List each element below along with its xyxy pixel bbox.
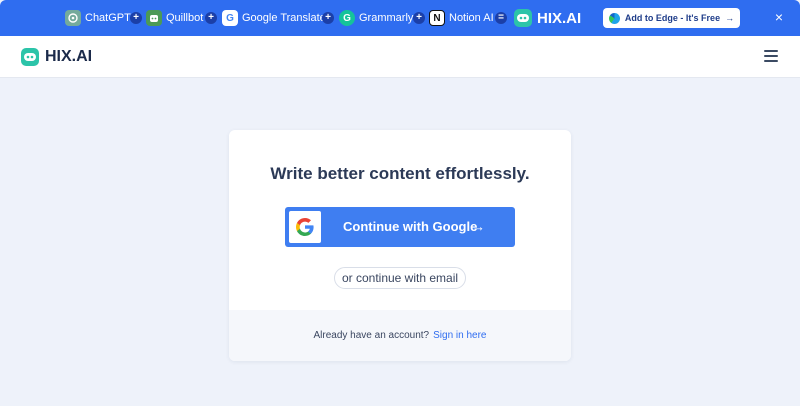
notion-icon: N bbox=[429, 10, 445, 26]
banner-tool-label: Notion AI bbox=[449, 12, 494, 24]
banner-tool-quillbot: Quillbot bbox=[146, 9, 203, 27]
sign-in-link[interactable]: Sign in here bbox=[433, 330, 486, 341]
banner-tool-grammarly: G Grammarly bbox=[339, 9, 413, 27]
banner-tool-label: ChatGPT bbox=[85, 12, 131, 24]
hix-logo-icon bbox=[514, 9, 532, 27]
hix-logo-icon bbox=[21, 48, 39, 66]
google-logo-icon bbox=[289, 211, 321, 243]
hamburger-menu-icon[interactable] bbox=[764, 50, 778, 62]
continue-with-google-button[interactable]: Continue with Google → bbox=[285, 207, 515, 247]
card-title: Write better content effortlessly. bbox=[270, 164, 530, 183]
google-button-label: Continue with Google bbox=[343, 219, 478, 234]
plus-icon: + bbox=[130, 12, 142, 24]
promo-banner: ChatGPT + Quillbot + G Google Translate … bbox=[0, 0, 800, 36]
hix-logo[interactable]: HIX.AI bbox=[21, 46, 92, 68]
banner-tool-chatgpt: ChatGPT bbox=[65, 9, 131, 27]
banner-hix-brand: HIX.AI bbox=[514, 8, 581, 28]
arrow-right-icon: → bbox=[472, 219, 485, 234]
equals-icon: = bbox=[495, 12, 507, 24]
add-to-edge-label: Add to Edge - It's Free bbox=[624, 13, 721, 23]
google-translate-icon: G bbox=[222, 10, 238, 26]
grammarly-icon: G bbox=[339, 10, 355, 26]
quillbot-icon bbox=[146, 10, 162, 26]
banner-tool-notion: N Notion AI bbox=[429, 9, 494, 27]
site-header: HIX.AI bbox=[0, 36, 800, 78]
close-icon[interactable]: × bbox=[771, 9, 787, 25]
banner-tool-label: Grammarly bbox=[359, 12, 414, 24]
banner-brand-label: HIX.AI bbox=[537, 9, 582, 27]
arrow-right-icon: → bbox=[725, 13, 735, 23]
banner-tool-label: Google Translate bbox=[242, 12, 326, 24]
card-footer: Already have an account? Sign in here bbox=[229, 310, 571, 361]
signup-card: Write better content effortlessly. Conti… bbox=[229, 130, 571, 361]
plus-icon: + bbox=[413, 12, 425, 24]
plus-icon: + bbox=[322, 12, 334, 24]
footer-text: Already have an account? bbox=[313, 330, 430, 341]
add-to-edge-button[interactable]: Add to Edge - It's Free → bbox=[603, 8, 740, 28]
logo-text: HIX.AI bbox=[45, 48, 93, 65]
plus-icon: + bbox=[205, 12, 217, 24]
chatgpt-icon bbox=[65, 10, 81, 26]
banner-tool-label: Quillbot bbox=[166, 12, 204, 24]
edge-icon bbox=[608, 12, 620, 24]
continue-with-email-button[interactable]: or continue with email bbox=[334, 267, 466, 289]
banner-tool-google-translate: G Google Translate bbox=[222, 9, 326, 27]
